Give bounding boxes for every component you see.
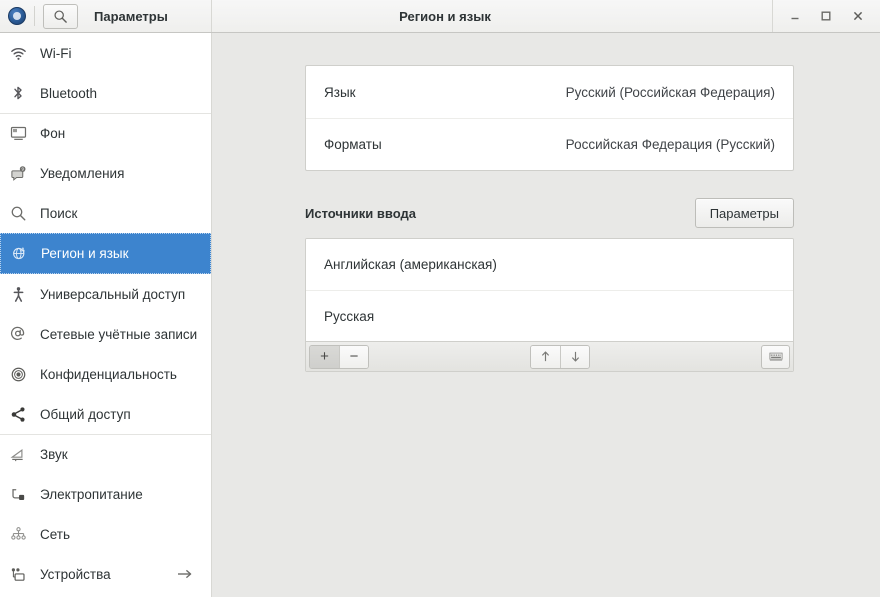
sidebar-item-label: Универсальный доступ: [40, 287, 185, 302]
bluetooth-icon: [8, 83, 28, 103]
row-label: Форматы: [324, 137, 382, 152]
reorder-group: [530, 345, 590, 369]
input-sources-list[interactable]: Английская (американская) Русская + −: [305, 238, 794, 372]
titlebar: Параметры Регион и язык: [0, 0, 880, 33]
row-label: Язык: [324, 85, 356, 100]
sidebar-item-accessibility[interactable]: Универсальный доступ: [0, 274, 211, 314]
arrow-up-icon: [539, 350, 552, 363]
keyboard-icon: [769, 351, 783, 363]
minimize-button[interactable]: [782, 3, 808, 29]
row-value: Русский (Российская Федерация): [566, 85, 775, 100]
network-icon: [8, 524, 28, 544]
row-language[interactable]: Язык Русский (Российская Федерация): [306, 66, 793, 118]
input-sources-header: Источники ввода Параметры: [305, 197, 794, 229]
search-icon: [8, 203, 28, 223]
content-area: Язык Русский (Российская Федерация) Форм…: [212, 33, 880, 372]
row-formats[interactable]: Форматы Российская Федерация (Русский): [306, 118, 793, 170]
sidebar-item-label: Общий доступ: [40, 407, 131, 422]
move-up-button[interactable]: [531, 346, 560, 368]
region-language-icon: A: [9, 244, 29, 264]
sidebar-item-network[interactable]: Сеть: [0, 514, 211, 554]
sidebar-item-label: Регион и язык: [41, 246, 129, 261]
titlebar-center: Регион и язык: [212, 0, 772, 32]
sidebar-item-label: Сеть: [40, 527, 70, 542]
sidebar-item-background[interactable]: Фон: [0, 113, 211, 153]
language-formats-group: Язык Русский (Российская Федерация) Форм…: [305, 65, 794, 171]
main-panel: Язык Русский (Российская Федерация) Форм…: [212, 33, 880, 597]
add-remove-group: + −: [309, 345, 369, 369]
sidebar-item-bluetooth[interactable]: Bluetooth: [0, 73, 211, 113]
sidebar-item-label: Устройства: [40, 567, 111, 582]
sidebar-item-wifi[interactable]: Wi-Fi: [0, 33, 211, 73]
page-title: Регион и язык: [118, 9, 772, 24]
arrow-right-icon: [177, 567, 193, 581]
sidebar-item-sound[interactable]: Звук: [0, 434, 211, 474]
sidebar-item-label: Звук: [40, 447, 68, 462]
move-down-button[interactable]: [560, 346, 589, 368]
maximize-button[interactable]: [813, 3, 839, 29]
search-icon: [53, 9, 68, 24]
input-sources-toolbar: + −: [306, 341, 793, 371]
window-controls: [772, 0, 880, 32]
list-item[interactable]: Английская (американская): [306, 239, 793, 290]
list-item[interactable]: Русская: [306, 290, 793, 341]
sidebar-item-privacy[interactable]: Конфиденциальность: [0, 354, 211, 394]
input-sources-title: Источники ввода: [305, 206, 416, 221]
sidebar-item-label: Конфиденциальность: [40, 367, 177, 382]
search-button[interactable]: [43, 4, 78, 29]
devices-icon: [8, 564, 28, 584]
sharing-icon: [8, 404, 28, 424]
arrow-down-icon: [569, 350, 582, 363]
input-sources-options-button[interactable]: Параметры: [695, 198, 794, 228]
online-accounts-icon: [8, 324, 28, 344]
sidebar-item-label: Bluetooth: [40, 86, 97, 101]
keyboard-preview-button[interactable]: [761, 345, 790, 369]
sidebar-item-search[interactable]: Поиск: [0, 193, 211, 233]
close-button[interactable]: [845, 3, 871, 29]
power-icon: [8, 484, 28, 504]
sidebar[interactable]: Wi-Fi Bluetooth Фон: [0, 33, 212, 597]
row-value: Российская Федерация (Русский): [566, 137, 775, 152]
window-body: Wi-Fi Bluetooth Фон: [0, 33, 880, 597]
sidebar-item-label: Поиск: [40, 206, 77, 221]
wifi-icon: [8, 43, 28, 63]
settings-app-icon: [8, 7, 26, 25]
sidebar-item-label: Электропитание: [40, 487, 143, 502]
remove-input-source-button[interactable]: −: [339, 346, 368, 368]
sidebar-item-label: Сетевые учётные записи: [40, 327, 197, 342]
accessibility-icon: [8, 284, 28, 304]
sidebar-item-devices[interactable]: Устройства: [0, 554, 211, 594]
sidebar-item-region-and-language[interactable]: A Регион и язык: [0, 233, 211, 274]
sidebar-item-sharing[interactable]: Общий доступ: [0, 394, 211, 434]
add-input-source-button[interactable]: +: [310, 346, 339, 368]
background-icon: [8, 124, 28, 144]
svg-text:A: A: [21, 248, 25, 254]
titlebar-divider: [34, 6, 35, 26]
sidebar-item-label: Уведомления: [40, 166, 124, 181]
sound-icon: [8, 445, 28, 465]
notifications-icon: 9: [8, 163, 28, 183]
sidebar-item-label: Wi-Fi: [40, 46, 71, 61]
sidebar-item-online-accounts[interactable]: Сетевые учётные записи: [0, 314, 211, 354]
privacy-icon: [8, 364, 28, 384]
settings-window: Параметры Регион и язык: [0, 0, 880, 597]
sidebar-item-power[interactable]: Электропитание: [0, 474, 211, 514]
sidebar-item-notifications[interactable]: 9 Уведомления: [0, 153, 211, 193]
sidebar-item-label: Фон: [40, 126, 65, 141]
